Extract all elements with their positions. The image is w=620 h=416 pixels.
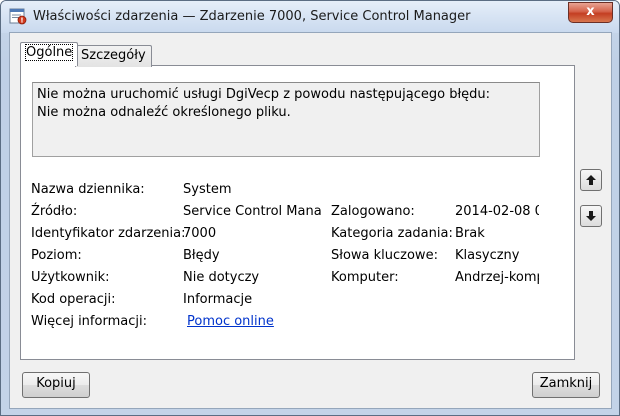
description-line-2: Nie można odnaleźć określonego pliku. (37, 105, 291, 120)
task-category-value: Brak (455, 226, 485, 241)
user-value: Nie dotyczy (183, 270, 260, 285)
keywords-value: Klasyczny (455, 248, 520, 263)
logged-label: Zalogowano: (331, 204, 415, 219)
event-viewer-icon: ! (9, 8, 27, 25)
event-id-value: 7000 (183, 226, 217, 241)
more-info-label: Więcej informacji: (31, 314, 147, 329)
tab-general[interactable]: Ogólne (20, 42, 79, 66)
svg-text:!: ! (20, 17, 23, 25)
log-name-value: System (183, 182, 232, 197)
window-close-button[interactable]: x (568, 2, 613, 23)
close-button[interactable]: Zamknij (532, 372, 600, 398)
tab-details[interactable]: Szczegóły (75, 45, 152, 67)
opcode-label: Kod operacji: (31, 292, 116, 307)
general-tab-panel: Nie można uruchomić usługi DgiVecp z pow… (20, 65, 575, 360)
dialog-body: Ogólne Szczegóły Nie można uruchomić usł… (9, 32, 612, 409)
computer-label: Komputer: (331, 270, 399, 285)
arrow-down-icon (586, 211, 596, 221)
close-icon: x (586, 4, 595, 19)
logged-value: 2014-02-08 09: (455, 204, 539, 219)
event-id-label: Identyfikator zdarzenia: (31, 226, 186, 241)
user-label: Użytkownik: (31, 270, 110, 285)
level-value: Błędy (183, 248, 220, 263)
keywords-label: Słowa kluczowe: (331, 248, 438, 263)
previous-event-button[interactable] (580, 169, 602, 191)
window-title: Właściwości zdarzenia — Zdarzenie 7000, … (33, 9, 471, 24)
copy-button[interactable]: Kopiuj (22, 372, 90, 398)
arrow-up-icon (586, 175, 596, 185)
description-line-1: Nie można uruchomić usługi DgiVecp z pow… (37, 87, 491, 102)
task-category-label: Kategoria zadania: (331, 226, 453, 241)
tab-general-label: Ogólne (24, 44, 74, 61)
source-value: Service Control Manager (183, 204, 321, 219)
event-description-box[interactable]: Nie można uruchomić usługi DgiVecp z pow… (32, 82, 540, 157)
log-name-label: Nazwa dziennika: (31, 182, 145, 197)
source-label: Źródło: (31, 204, 78, 219)
tab-details-label: Szczegóły (81, 48, 146, 63)
online-help-link[interactable]: Pomoc online (187, 314, 274, 329)
next-event-button[interactable] (580, 205, 602, 227)
opcode-value: Informacje (183, 292, 253, 307)
title-bar[interactable]: ! Właściwości zdarzenia — Zdarzenie 7000… (1, 1, 619, 33)
event-properties-window: ! Właściwości zdarzenia — Zdarzenie 7000… (0, 0, 620, 416)
computer-value: Andrzej-komp (455, 270, 539, 285)
level-label: Poziom: (31, 248, 82, 263)
